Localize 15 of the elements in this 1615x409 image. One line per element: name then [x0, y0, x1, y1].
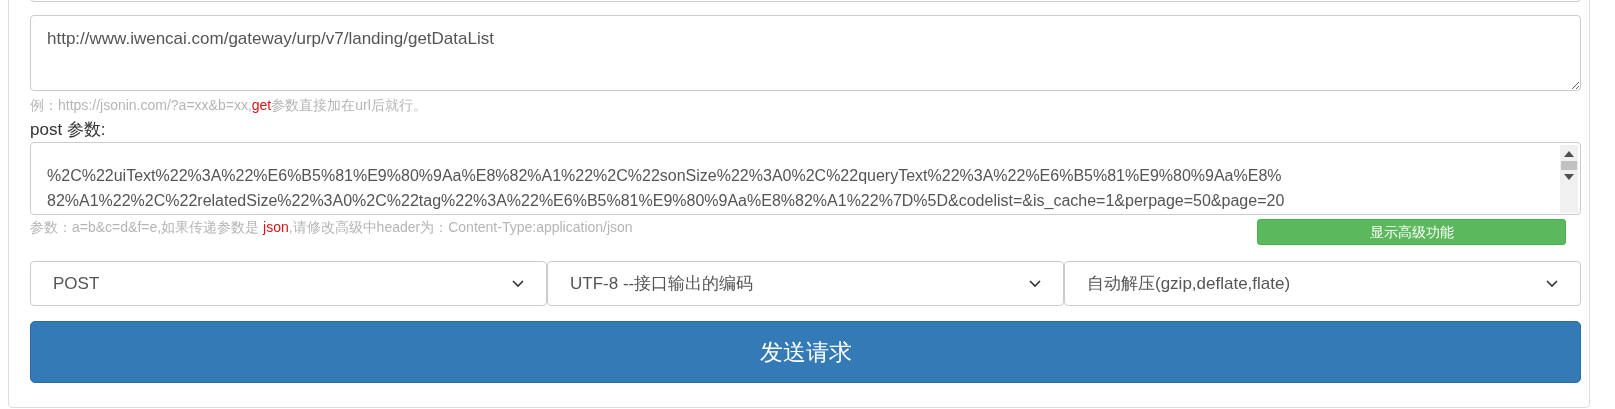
dropdown-select[interactable]: 自动解压(gzip,deflate,flate): [1064, 261, 1581, 306]
dropdown-select[interactable]: UTF-8 --接口输出的编码: [547, 261, 1064, 306]
scrollbar-icon: [1560, 145, 1578, 213]
url-field[interactable]: http://www.iwencai.com/gateway/urp/v7/landing/getDataList: [30, 15, 1581, 91]
params-line: %2C%22uiText%22%3A%22%E6%B5%81%E9%80%9Aa%E8%82%A1%22%2C%22sonSize%22%3A0%2C%22queryText%22%3A%22%E6%B5%81%E9%80%9Aa%E8%: [47, 166, 1282, 186]
params-field[interactable]: [30, 142, 1581, 215]
chevron-down-icon: [1029, 279, 1041, 288]
url-hint: 例：https://jsonin.com/?a=xx&b=xx,get参数直接加在url后就行。: [30, 96, 428, 115]
send-request-button[interactable]: 发送请求: [30, 321, 1581, 383]
dropdown-select[interactable]: POST: [30, 261, 547, 306]
params-hint: 参数：a=b&c=d&f=e,如果传递参数是 json,请修改高级中header为：Content-Type:application/json: [30, 218, 633, 237]
chevron-down-icon: [1546, 279, 1558, 288]
chevron-down-icon: [512, 279, 524, 288]
params-line: 82%A1%22%2C%22relatedSize%22%3A0%2C%22tag%22%3A%22%E6%B5%81%E9%80%9Aa%E8%82%A1%22%7D%5D&codelist=&is_cache=1&perpage=50&page=20: [47, 191, 1285, 211]
params-label: post 参数:: [30, 119, 107, 141]
